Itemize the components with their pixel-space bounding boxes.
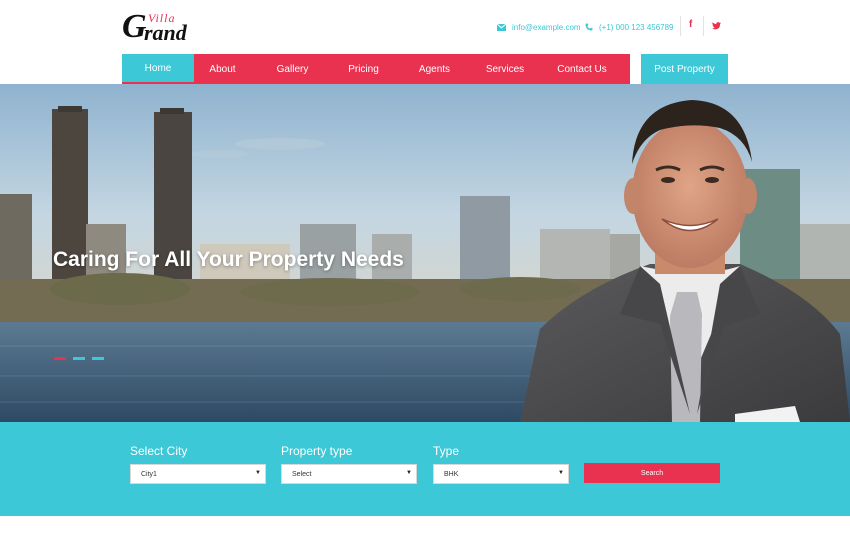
email-text: info@example.com (512, 22, 581, 32)
nav-item-agents[interactable]: Agents (393, 54, 476, 84)
nav-item-contact-us[interactable]: Contact Us (534, 54, 630, 84)
property-type-label: Property type (281, 444, 353, 458)
city-select-value: City1 (141, 470, 157, 478)
main-nav: Home About Gallery Pricing Agents Servic… (122, 54, 630, 84)
slider-dot-3[interactable] (92, 357, 104, 360)
slider-dot-2[interactable] (73, 357, 85, 360)
nav-item-home[interactable]: Home (122, 54, 194, 84)
bhk-type-select-value: BHK (444, 470, 459, 478)
bhk-type-label: Type (433, 444, 460, 458)
logo-letter-g: G (122, 8, 147, 45)
slider-dot-1[interactable] (54, 357, 66, 360)
contact-phone[interactable]: (+1) 000 123 456789 (585, 20, 674, 34)
nav-item-about[interactable]: About (194, 54, 251, 84)
site-header: G Villa rand info@example.com (+1) 000 1… (0, 0, 850, 54)
property-type-select-value: Select (292, 470, 312, 478)
caret-down-icon: ▼ (406, 470, 412, 476)
slider-dots (54, 357, 111, 360)
select-city-label: Select City (130, 444, 188, 458)
nav-item-gallery[interactable]: Gallery (251, 54, 334, 84)
phone-text: (+1) 000 123 456789 (599, 22, 674, 32)
facebook-icon[interactable]: f (689, 19, 692, 30)
twitter-icon[interactable] (712, 22, 721, 30)
search-button[interactable]: Search (584, 463, 720, 483)
logo[interactable]: G Villa rand (122, 8, 212, 48)
header-divider (703, 16, 704, 36)
contact-email[interactable]: info@example.com (497, 20, 581, 34)
caret-down-icon: ▼ (558, 470, 564, 476)
phone-icon (585, 23, 593, 31)
header-divider (680, 16, 681, 36)
hero-slider: Caring For All Your Property Needs (0, 84, 850, 422)
hero-heading: Caring For All Your Property Needs (53, 248, 404, 271)
city-select[interactable]: City1 ▼ (130, 464, 266, 484)
bhk-type-select[interactable]: BHK ▼ (433, 464, 569, 484)
nav-item-pricing[interactable]: Pricing (334, 54, 393, 84)
post-property-button[interactable]: Post Property (641, 54, 728, 84)
logo-rand: rand (144, 20, 187, 45)
nav-item-services[interactable]: Services (476, 54, 534, 84)
envelope-icon (497, 23, 506, 31)
caret-down-icon: ▼ (255, 470, 261, 476)
property-search-bar: Select City City1 ▼ Property type Select… (0, 422, 850, 516)
property-type-select[interactable]: Select ▼ (281, 464, 417, 484)
